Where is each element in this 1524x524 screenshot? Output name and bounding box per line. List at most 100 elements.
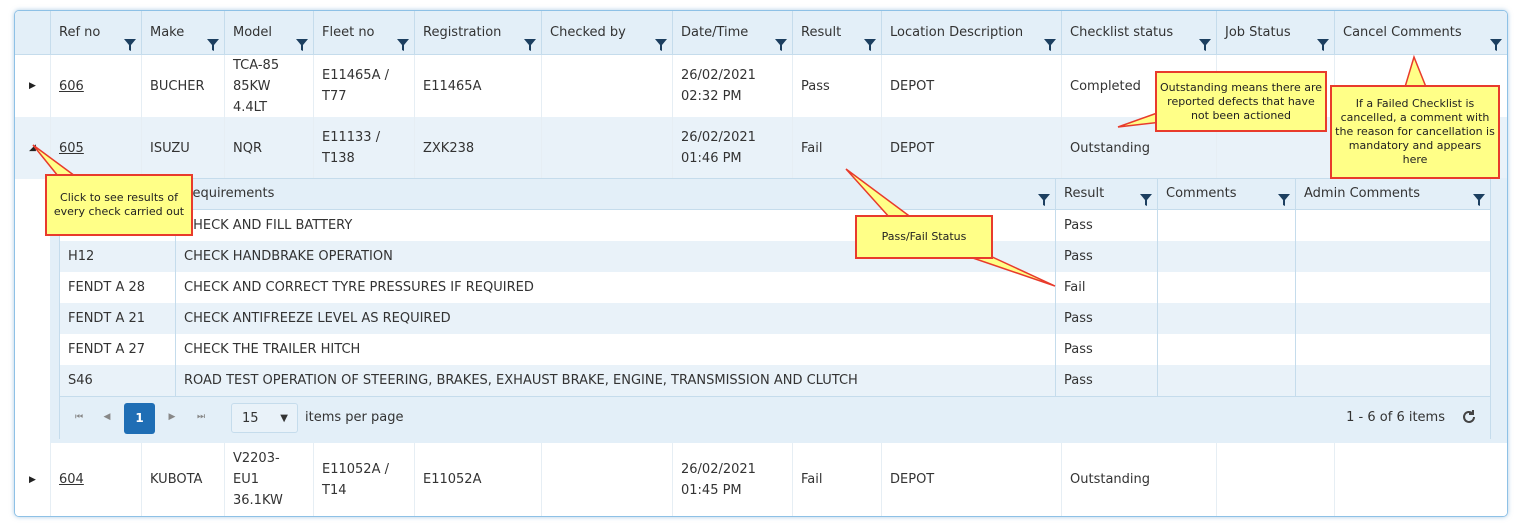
- result-value: Fail: [801, 472, 823, 487]
- checklist-status-value: Outstanding: [1070, 472, 1150, 487]
- cell-checked: [541, 443, 672, 516]
- filter-icon[interactable]: [1317, 26, 1329, 51]
- column-header-fleet[interactable]: Fleet no: [313, 11, 414, 54]
- column-label: Result: [1064, 186, 1105, 201]
- cell-dt: 26/02/2021 01:46 PM: [672, 117, 792, 179]
- filter-icon[interactable]: [207, 26, 219, 51]
- cell-jstatus: [1216, 443, 1334, 516]
- page-size-select[interactable]: 15 ▼: [231, 403, 298, 433]
- next-page-icon[interactable]: ▶: [161, 406, 183, 428]
- detail-cell-req: CHECK THE TRAILER HITCH: [175, 334, 1055, 365]
- cell-fleet: E11052A / T14: [313, 443, 414, 516]
- date-value: 26/02/2021: [681, 68, 756, 83]
- column-header-make[interactable]: Make: [141, 11, 224, 54]
- detail-grid-header: Requirements Result Comments Admin Comments: [60, 179, 1490, 210]
- model-value: V2203-EU1 36.1KW: [233, 451, 283, 508]
- detail-column-header-admin[interactable]: Admin Comments: [1295, 179, 1490, 209]
- column-header-dt[interactable]: Date/Time: [672, 11, 792, 54]
- filter-icon[interactable]: [397, 26, 409, 51]
- filter-icon[interactable]: [775, 26, 787, 51]
- detail-grid: Requirements Result Comments Admin Comments…: [59, 178, 1491, 439]
- column-header-jstatus[interactable]: Job Status: [1216, 11, 1334, 54]
- filter-icon[interactable]: [655, 26, 667, 51]
- cell-ref: 605: [50, 117, 141, 179]
- detail-cell-code: H12: [68, 249, 95, 264]
- cell-checked: [541, 55, 672, 117]
- cell-model: TCA-85 85KW 4.4LT: [224, 55, 313, 117]
- registration-value: E11052A: [423, 472, 482, 487]
- detail-column-header-result[interactable]: Result: [1055, 179, 1157, 209]
- ref-link[interactable]: 605: [59, 138, 84, 159]
- last-page-icon[interactable]: ⏭: [190, 406, 212, 428]
- column-label: Fleet no: [322, 25, 375, 40]
- detail-cell-comments: [1157, 241, 1295, 272]
- filter-icon[interactable]: [864, 26, 876, 51]
- column-header-model[interactable]: Model: [224, 11, 313, 54]
- filter-icon[interactable]: [1473, 188, 1485, 206]
- detail-cell-admin: [1295, 303, 1490, 334]
- first-page-icon[interactable]: ⏮: [68, 406, 90, 428]
- location-value: DEPOT: [890, 140, 935, 156]
- items-per-page-label: items per page: [305, 410, 404, 425]
- cell-reg: ZXK238: [414, 117, 541, 179]
- filter-icon[interactable]: [1278, 188, 1290, 206]
- cell-loc: DEPOT: [881, 443, 1061, 516]
- detail-row: FENDT A 28 CHECK AND CORRECT TYRE PRESSUR…: [60, 272, 1490, 303]
- column-header-ref[interactable]: Ref no: [50, 11, 141, 54]
- page-size-value: 15: [242, 411, 259, 426]
- column-label: Job Status: [1225, 25, 1291, 40]
- current-page-button[interactable]: 1: [124, 403, 155, 434]
- expand-row-icon[interactable]: ▶: [15, 443, 50, 516]
- ref-link[interactable]: 606: [59, 76, 84, 97]
- refresh-icon[interactable]: [1460, 408, 1478, 426]
- detail-cell-comments: [1157, 334, 1295, 365]
- detail-column-header-comments[interactable]: Comments: [1157, 179, 1295, 209]
- detail-panel: Requirements Result Comments Admin Comments…: [50, 178, 1507, 443]
- fleet-value: E11133 / T138: [322, 130, 381, 166]
- column-label: Comments: [1166, 186, 1237, 201]
- column-header-cstatus[interactable]: Checklist status: [1061, 11, 1216, 54]
- column-header-checked[interactable]: Checked by: [541, 11, 672, 54]
- detail-cell-comments: [1157, 365, 1295, 396]
- prev-page-icon[interactable]: ◀: [96, 406, 118, 428]
- filter-icon[interactable]: [1140, 188, 1152, 206]
- collapse-row-icon[interactable]: ◢: [15, 117, 50, 179]
- detail-cell-result: Pass: [1055, 303, 1157, 334]
- cell-cancel: [1334, 443, 1507, 516]
- cell-result: Fail: [792, 443, 881, 516]
- column-label: Model: [233, 25, 273, 40]
- filter-icon[interactable]: [1199, 26, 1211, 51]
- detail-cell-code: FENDT A 28: [68, 280, 146, 295]
- cell-cstatus: Outstanding: [1061, 443, 1216, 516]
- filter-icon[interactable]: [1044, 26, 1056, 51]
- detail-column-header-req[interactable]: Requirements: [175, 179, 1055, 209]
- filter-icon[interactable]: [296, 26, 308, 51]
- filter-icon[interactable]: [124, 26, 136, 51]
- detail-cell-admin: [1295, 365, 1490, 396]
- column-header-reg[interactable]: Registration: [414, 11, 541, 54]
- filter-icon[interactable]: [1038, 188, 1050, 206]
- table-row[interactable]: ▶ 604 KUBOTA V2203-EU1 36.1KW E11052A / T14 E…: [15, 443, 1507, 516]
- detail-cell-req: CHECK AND CORRECT TYRE PRESSURES IF REQU…: [175, 272, 1055, 303]
- detail-row: FENDT A 21 CHECK ANTIFREEZE LEVEL AS REQU…: [60, 303, 1490, 334]
- column-header-result[interactable]: Result: [792, 11, 881, 54]
- detail-cell-comments: [1157, 303, 1295, 334]
- model-value: TCA-85 85KW 4.4LT: [233, 57, 280, 115]
- make-value: BUCHER: [150, 78, 205, 94]
- detail-cell-code: FENDT A 21: [68, 311, 146, 326]
- column-label: Checked by: [550, 25, 626, 40]
- filter-icon[interactable]: [1490, 26, 1502, 51]
- cell-dt: 26/02/2021 02:32 PM: [672, 55, 792, 117]
- cell-ref: 606: [50, 55, 141, 117]
- location-value: DEPOT: [890, 78, 935, 94]
- expand-row-icon[interactable]: ▶: [15, 55, 50, 117]
- pager-summary: 1 - 6 of 6 items: [1346, 410, 1445, 425]
- cell-checked: [541, 117, 672, 179]
- chevron-down-icon: ▼: [280, 413, 288, 424]
- column-header-loc[interactable]: Location Description: [881, 11, 1061, 54]
- ref-link[interactable]: 604: [59, 469, 84, 490]
- column-header-cancel[interactable]: Cancel Comments: [1334, 11, 1507, 54]
- cell-loc: DEPOT: [881, 55, 1061, 117]
- detail-cell-comments: [1157, 210, 1295, 241]
- filter-icon[interactable]: [524, 26, 536, 51]
